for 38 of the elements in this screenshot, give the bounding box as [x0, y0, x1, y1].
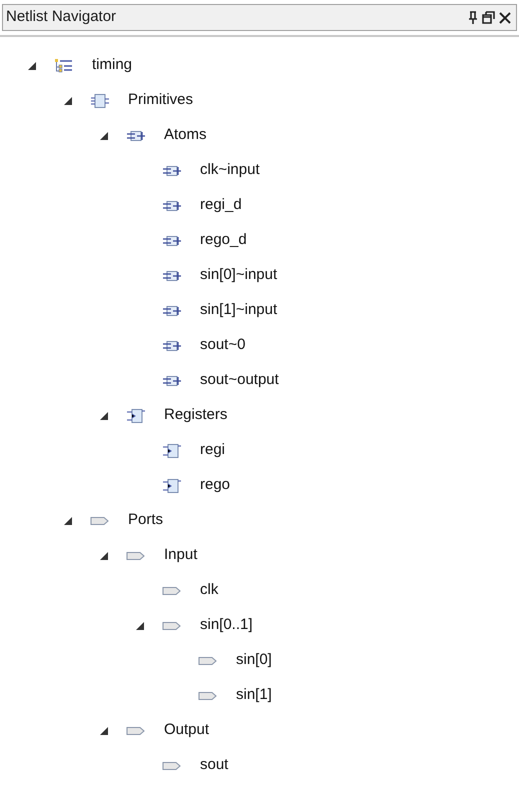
tree-item[interactable]: sin[0]~input	[200, 264, 278, 287]
register-icon	[162, 478, 182, 494]
tree-item[interactable]: regi	[200, 439, 226, 462]
collapse-arrow-icon[interactable]	[100, 552, 108, 560]
tree-item[interactable]: timing	[92, 54, 132, 77]
tree-item[interactable]: Output	[164, 719, 210, 742]
tree-item[interactable]: sout	[200, 754, 228, 777]
tree-item[interactable]: sin[0]	[236, 649, 272, 672]
panel-title: Netlist Navigator	[6, 7, 116, 28]
tree-item[interactable]: Ports	[128, 509, 164, 532]
register-icon	[126, 408, 146, 424]
tree-item[interactable]: clk~input	[200, 159, 260, 182]
tree-item[interactable]: Atoms	[164, 124, 207, 147]
collapse-arrow-icon[interactable]	[100, 132, 108, 140]
tree-item[interactable]: sin[1]	[236, 684, 272, 707]
tree-item[interactable]: sout~0	[200, 334, 246, 357]
tree-item[interactable]: rego	[200, 474, 230, 497]
restore-window-icon[interactable]	[482, 11, 495, 24]
tree-icon	[54, 58, 74, 74]
tree-item[interactable]: Input	[164, 544, 198, 567]
register-icon	[162, 442, 182, 458]
collapse-arrow-icon[interactable]	[64, 516, 72, 524]
tree-item[interactable]: sin[1]~input	[200, 299, 278, 322]
component-icon	[90, 92, 110, 108]
collapse-arrow-icon[interactable]	[100, 412, 108, 420]
tree-item[interactable]: sin[0..1]	[200, 614, 253, 637]
collapse-arrow-icon[interactable]	[64, 96, 72, 104]
pin-icon[interactable]	[468, 10, 478, 24]
collapse-arrow-icon[interactable]	[136, 622, 144, 630]
tree-item[interactable]: rego_d	[200, 229, 247, 252]
collapse-arrow-icon[interactable]	[100, 726, 108, 734]
tree-item[interactable]: sout~output	[200, 369, 279, 392]
tree-item[interactable]: regi_d	[200, 194, 242, 217]
tree-item[interactable]: Registers	[164, 404, 228, 427]
close-icon[interactable]	[499, 12, 511, 24]
tree-item[interactable]: clk	[200, 579, 218, 602]
tree-item[interactable]: Primitives	[128, 89, 194, 112]
collapse-arrow-icon[interactable]	[28, 62, 36, 70]
